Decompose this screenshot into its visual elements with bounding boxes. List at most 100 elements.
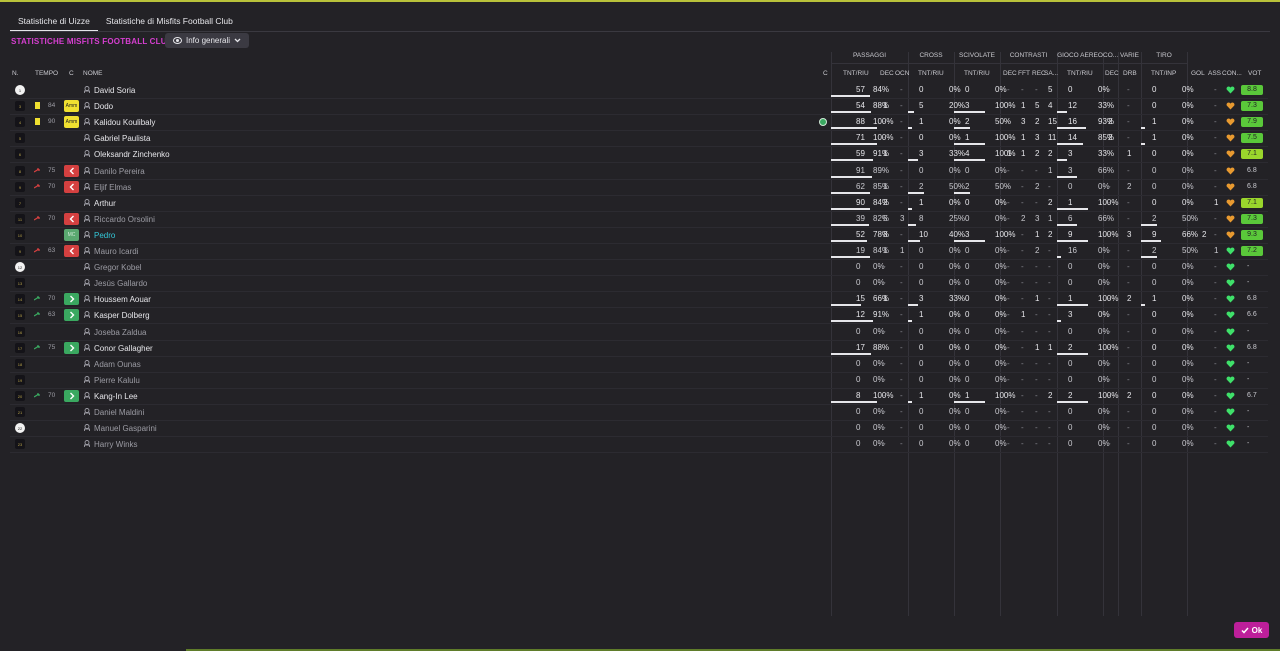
table-row[interactable]: 9 70 Eljif Elmas 62 85% 1-2 50% 2 50% - -2-0 0% -2 0 0… bbox=[10, 179, 1268, 196]
table-row[interactable]: 1 David Soria 57 84% - -0 0% 0 0% - - -5 0 0% - -0 0% -8.… bbox=[10, 82, 1268, 99]
stat-sp: 0% bbox=[995, 374, 1007, 384]
table-row[interactable]: 22 Manuel Gasparini 0 0% - -0 0% 0 0% - - - -0 0% - -0 0… bbox=[10, 420, 1268, 438]
table-row[interactable]: 13 Jesús Gallardo 0 0% - -0 0% 0 0% - - - -0 0% - -0 0% -… bbox=[10, 275, 1268, 293]
player-profile-icon[interactable] bbox=[84, 166, 90, 174]
table-row[interactable]: 12 Gregor Kobel 0 0% - -0 0% 0 0% - - - -0 0% - -0 0% - - bbox=[10, 259, 1268, 277]
stat-tt: 0 bbox=[1152, 278, 1157, 288]
stat-header-14: ASS bbox=[1208, 70, 1222, 77]
player-name[interactable]: Kasper Dolberg bbox=[94, 311, 150, 320]
table-row[interactable]: 3 84 Amm Dodo 54 88% 1-5 20% 3 100% -1 5 4 12 33% - -0 0%… bbox=[10, 98, 1268, 116]
player-profile-icon[interactable] bbox=[84, 150, 90, 158]
player-name[interactable]: Kang-In Lee bbox=[94, 392, 138, 401]
player-profile-icon[interactable] bbox=[84, 343, 90, 351]
stat-pt: 0 bbox=[856, 358, 861, 368]
player-name[interactable]: Mauro Icardi bbox=[94, 247, 138, 256]
stat-pt: 0 bbox=[856, 374, 861, 384]
player-name[interactable]: Gabriel Paulista bbox=[94, 134, 150, 143]
table-row[interactable]: 19 Pierre Kalulu 0 0% - -0 0% 0 0% - - - -0 0% - -0 0% - - bbox=[10, 372, 1268, 389]
stat-ct: 2 bbox=[919, 181, 924, 191]
player-profile-icon[interactable] bbox=[84, 295, 90, 303]
stat-tt: 2 bbox=[1152, 213, 1157, 223]
column-header-0: N. bbox=[12, 70, 19, 77]
table-row[interactable]: 17 75 Conor Gallagher 17 88% - -0 0% 0 0% - -1 1 2 100… bbox=[10, 340, 1268, 357]
stat-tt: 0 bbox=[1152, 358, 1157, 368]
player-name[interactable]: Eljif Elmas bbox=[94, 183, 131, 192]
player-profile-icon[interactable] bbox=[84, 327, 90, 335]
player-name[interactable]: David Soria bbox=[94, 86, 135, 95]
player-profile-icon[interactable] bbox=[84, 214, 90, 222]
table-row[interactable]: 7 Arthur 90 84% 2-1 0% 0 0% - - -2 1 100% - -0 0% 1 7.1 bbox=[10, 195, 1268, 212]
player-profile-icon[interactable] bbox=[84, 311, 90, 319]
table-row[interactable]: 6 Oleksandr Zinchenko 59 91% 1-3 33% 4 100% 1 1 2 2… bbox=[10, 146, 1268, 164]
player-profile-icon[interactable] bbox=[84, 102, 90, 110]
player-profile-icon[interactable] bbox=[84, 86, 90, 93]
stat-tt: 0 bbox=[1152, 374, 1157, 384]
player-name[interactable]: Conor Gallagher bbox=[94, 344, 153, 353]
player-profile-icon[interactable] bbox=[84, 440, 90, 448]
view-dropdown[interactable]: Info generali bbox=[165, 33, 250, 48]
stat-tp: 50% bbox=[1182, 246, 1199, 255]
player-profile-icon[interactable] bbox=[84, 198, 90, 206]
player-profile-icon[interactable] bbox=[84, 391, 90, 399]
player-profile-icon[interactable] bbox=[84, 247, 90, 254]
table-row[interactable]: 15 63 Kasper Dolberg 12 91% - -1 0% 0 0% -1- -3 0% - -… bbox=[10, 307, 1268, 325]
stat-sp: 100% bbox=[995, 101, 1016, 111]
stat-st: 0 bbox=[965, 197, 970, 207]
player-name[interactable]: Jesús Gallardo bbox=[94, 279, 147, 288]
player-name[interactable]: Adam Ounas bbox=[94, 360, 141, 369]
player-profile-icon[interactable] bbox=[84, 182, 90, 190]
table-row[interactable]: 16 Joseba Zaldua 0 0% - -0 0% 0 0% - - - -0 0% - -0 0% - - bbox=[10, 324, 1268, 341]
player-name[interactable]: Joseba Zaldua bbox=[94, 328, 146, 337]
stat-tt: 0 bbox=[1152, 262, 1157, 272]
table-row[interactable]: 10 MC Pedro 52 78% 3-10 40% 3 100% - -1 2 9 100% -3 9 66… bbox=[10, 227, 1268, 244]
stat-at: 1 bbox=[1068, 197, 1073, 207]
booking-badge: Amm bbox=[64, 100, 79, 113]
sub-in-badge bbox=[64, 293, 79, 306]
table-row[interactable]: 4 90 Amm Kalidou Koulibaly 88 100% - -1 0% 2 50% -3… bbox=[10, 114, 1268, 132]
player-name[interactable]: Gregor Kobel bbox=[94, 263, 142, 272]
stat-kf: - bbox=[1021, 326, 1024, 336]
player-name[interactable]: Riccardo Orsolini bbox=[94, 215, 155, 224]
chevron-right-icon bbox=[69, 344, 74, 352]
table-row[interactable]: 11 70 Riccardo Orsolini 39 82% 5 3 8 25% 0 0% -2 3 1 6… bbox=[10, 211, 1268, 228]
stat-dr: - bbox=[1127, 439, 1130, 449]
stat-cp: 20% bbox=[949, 101, 966, 111]
player-name[interactable]: Harry Winks bbox=[94, 440, 138, 449]
table-row[interactable]: 21 Daniel Maldini 0 0% - -0 0% 0 0% - - - -0 0% - -0 0% -… bbox=[10, 404, 1268, 421]
table-row[interactable]: 9 63 Mauro Icardi 19 84% 1 1 0 0% 0 0% - -2-16 0% - -2 5… bbox=[10, 243, 1268, 260]
player-profile-icon[interactable] bbox=[84, 375, 90, 383]
player-profile-icon[interactable] bbox=[84, 263, 90, 271]
stat-ass: - bbox=[1214, 117, 1217, 127]
table-row[interactable]: 5 Gabriel Paulista 71 100% - -0 0% 1 100% -1 3 11 14… bbox=[10, 130, 1268, 148]
player-name[interactable]: Pierre Kalulu bbox=[94, 376, 140, 385]
player-profile-icon[interactable] bbox=[84, 279, 90, 287]
tab-user-stats[interactable]: Statistiche di Uizze bbox=[10, 12, 98, 32]
player-name[interactable]: Arthur bbox=[94, 199, 116, 208]
stat-ap: 66% bbox=[1098, 165, 1115, 175]
player-profile-icon[interactable] bbox=[84, 134, 90, 142]
stat-st: 0 bbox=[965, 213, 970, 223]
player-name[interactable]: Oleksandr Zinchenko bbox=[94, 150, 170, 159]
player-name[interactable]: Houssem Aouar bbox=[94, 295, 151, 304]
player-name[interactable]: Daniel Maldini bbox=[94, 408, 144, 417]
table-row[interactable]: 18 Adam Ounas 0 0% - -0 0% 0 0% - - - -0 0% - -0 0% - - bbox=[10, 356, 1268, 373]
table-row[interactable]: 8 75 Danilo Pereira 91 89% - -0 0% 0 0% - - -1 3 66% - -… bbox=[10, 163, 1268, 180]
player-profile-icon[interactable] bbox=[84, 118, 90, 126]
player-name[interactable]: Pedro bbox=[94, 231, 115, 240]
tab-club-stats[interactable]: Statistiche di Misfits Football Club bbox=[98, 12, 241, 32]
stat-cd: - bbox=[1108, 149, 1111, 159]
player-profile-icon[interactable] bbox=[84, 408, 90, 415]
table-row[interactable]: 23 Harry Winks 0 0% - -0 0% 0 0% - - - -0 0% - -0 0% - - bbox=[10, 436, 1268, 454]
table-row[interactable]: 14 70 Houssem Aouar 15 66% 1-3 33% 0 0% - -1-1 100%… bbox=[10, 291, 1268, 309]
table-row[interactable]: 20 70 Kang-In Lee 8 100% - -1 0% 1 100% - - -2 2 100% -… bbox=[10, 388, 1268, 405]
stat-ct: 0 bbox=[919, 407, 924, 416]
stat-dr: - bbox=[1127, 213, 1130, 223]
player-profile-icon[interactable] bbox=[84, 424, 90, 432]
player-name[interactable]: Manuel Gasparini bbox=[94, 424, 157, 433]
player-name[interactable]: Dodo bbox=[94, 102, 113, 111]
player-profile-icon[interactable] bbox=[84, 230, 90, 238]
player-profile-icon[interactable] bbox=[84, 359, 90, 367]
player-name[interactable]: Kalidou Koulibaly bbox=[94, 118, 155, 127]
player-name[interactable]: Danilo Pereira bbox=[94, 167, 145, 176]
ok-button[interactable]: Ok bbox=[1234, 622, 1269, 638]
